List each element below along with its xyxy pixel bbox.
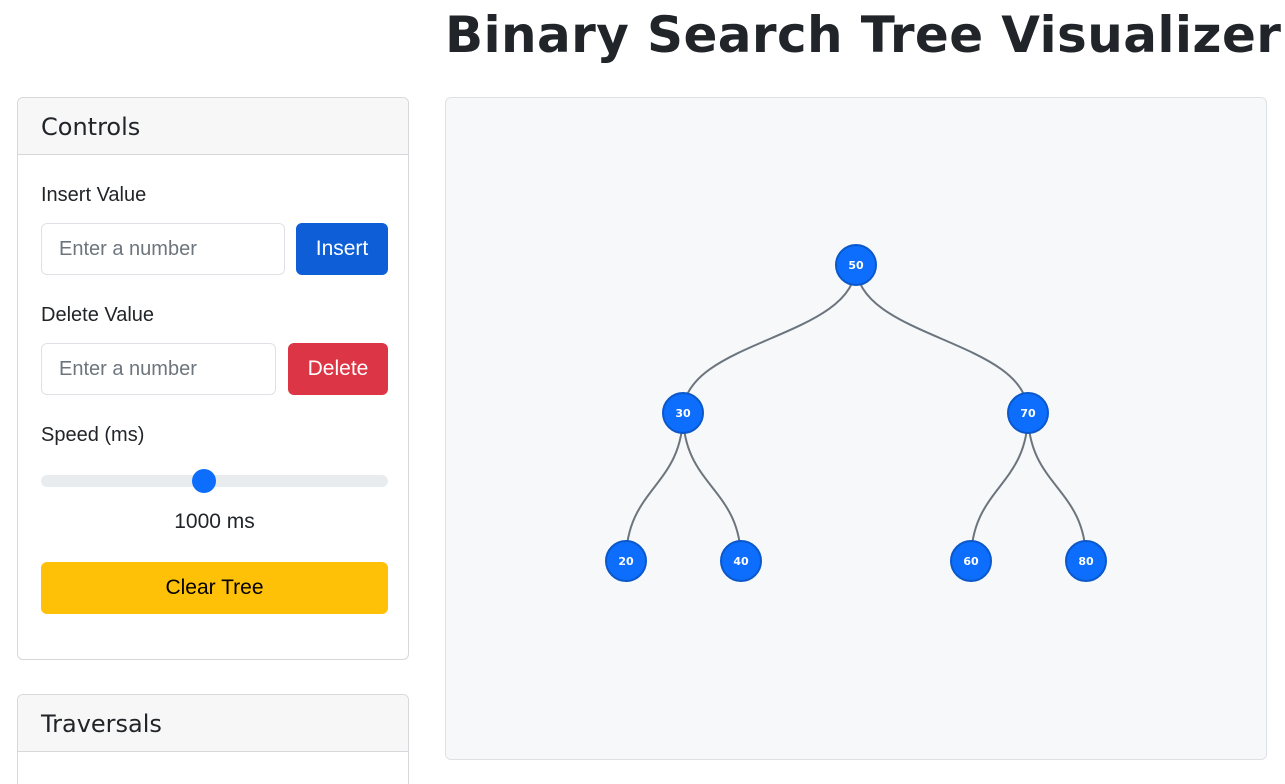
tree-node-label: 20 <box>618 555 634 568</box>
tree-edge <box>970 412 1029 562</box>
traversals-card: Traversals <box>17 694 409 784</box>
tree-node[interactable]: 30 <box>662 392 704 434</box>
controls-header: Controls <box>18 98 408 155</box>
insert-value-label: Insert Value <box>41 184 147 206</box>
tree-canvas: 50 30 70 20 40 60 80 <box>445 97 1267 760</box>
tree-node[interactable]: 40 <box>720 540 762 582</box>
speed-slider[interactable] <box>41 469 388 493</box>
tree-node[interactable]: 80 <box>1065 540 1107 582</box>
tree-node[interactable]: 50 <box>835 244 877 286</box>
delete-input[interactable] <box>41 343 276 395</box>
traversals-header: Traversals <box>18 695 408 752</box>
delete-value-label: Delete Value <box>41 304 155 326</box>
delete-button[interactable]: Delete <box>288 343 388 395</box>
speed-label: Speed (ms) <box>41 424 145 446</box>
tree-node[interactable]: 70 <box>1007 392 1049 434</box>
insert-input[interactable] <box>41 223 285 275</box>
tree-node-label: 60 <box>963 555 979 568</box>
clear-tree-button[interactable]: Clear Tree <box>41 562 388 614</box>
speed-value: 1000 ms <box>174 510 255 533</box>
tree-node-label: 50 <box>848 259 864 272</box>
tree-svg: 50 30 70 20 40 60 80 <box>605 244 1107 582</box>
tree-node[interactable]: 60 <box>950 540 992 582</box>
tree-edge <box>682 412 742 562</box>
tree-node-label: 40 <box>733 555 749 568</box>
tree-node[interactable]: 20 <box>605 540 647 582</box>
tree-edge <box>625 412 684 562</box>
tree-edge <box>1027 412 1087 562</box>
tree-edge <box>682 264 857 414</box>
tree-node-label: 70 <box>1020 407 1036 420</box>
tree-node-label: 30 <box>675 407 691 420</box>
speed-slider-thumb[interactable] <box>192 469 217 493</box>
insert-button[interactable]: Insert <box>296 223 388 275</box>
page-title: Binary Search Tree Visualizer <box>445 6 1282 64</box>
tree-edge <box>855 264 1029 414</box>
tree-node-label: 80 <box>1078 555 1094 568</box>
controls-card: Controls Insert Value Insert Delete Valu… <box>17 97 409 660</box>
